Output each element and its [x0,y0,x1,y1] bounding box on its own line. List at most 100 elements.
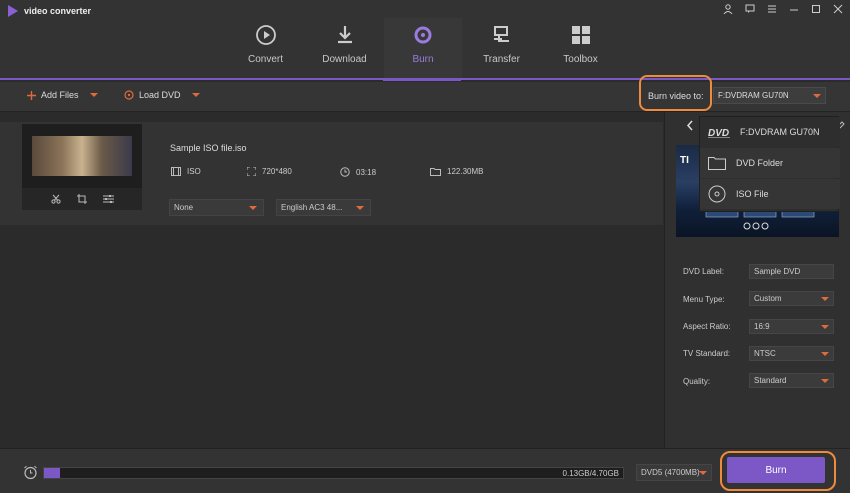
add-files-button[interactable]: Add Files [27,90,98,100]
chevron-down-icon [821,325,829,329]
disc-capacity-text: 0.13GB/4.70GB [562,469,619,478]
chevron-left-icon[interactable] [686,120,694,131]
close-icon[interactable] [832,3,844,15]
burn-icon [410,22,436,48]
trim-icon[interactable] [50,194,61,204]
svg-text:DVD: DVD [708,128,729,138]
tab-toolbox[interactable]: Toolbox [541,18,620,78]
file-resolution: 720*480 [247,167,292,176]
audio-track-value: English AC3 48... [281,203,343,212]
disc-icon [124,90,134,100]
chevron-down-icon [249,206,257,210]
resolution-icon [247,167,256,176]
disc-type-select[interactable]: DVD5 (4700MB) [636,464,712,481]
burn-target-menu: DVD F:DVDRAM GU70N DVD Folder ISO File [699,116,840,212]
file-name: Sample ISO file.iso [170,143,247,153]
file-duration: 03:18 [340,167,376,177]
tv-standard-label: TV Standard: [683,349,731,358]
dvd-icon: DVD [708,128,730,138]
aspect-ratio-label: Aspect Ratio: [683,322,731,331]
load-dvd-dropdown-icon[interactable] [191,93,200,97]
app-title-text: video converter [24,6,92,16]
burn-target-value: F:DVDRAM GU70N [718,91,789,100]
menu-item-iso-file[interactable]: ISO File [700,179,840,209]
message-icon[interactable] [744,3,756,15]
maximize-icon[interactable] [810,3,822,15]
active-tab-indicator [383,78,461,81]
add-files-label: Add Files [41,90,79,100]
quality-label: Quality: [683,377,711,386]
svg-text:TI: TI [680,155,689,166]
crop-icon[interactable] [76,194,87,204]
convert-icon [253,22,279,48]
list-item[interactable]: Sample ISO file.iso ISO 720*480 03:18 12… [0,122,663,225]
subtitle-value: None [174,203,194,212]
clock-icon [340,167,350,177]
download-icon [332,22,358,48]
file-size: 122.30MB [430,167,483,176]
add-files-dropdown-icon[interactable] [89,93,98,97]
tab-download[interactable]: Download [305,18,384,78]
folder-icon [708,157,726,170]
dvd-label-value: Sample DVD [754,267,801,276]
chevron-down-icon [356,206,364,210]
toolbox-icon [568,22,594,48]
video-thumbnail[interactable] [32,136,132,176]
file-format-value: ISO [187,167,201,176]
file-duration-value: 03:18 [356,167,377,177]
film-icon [171,167,181,176]
tab-transfer[interactable]: Transfer [462,18,541,78]
file-size-value: 122.30MB [447,167,484,176]
quality-value: Standard [754,376,787,385]
load-dvd-label: Load DVD [139,90,181,100]
chevron-down-icon [821,297,829,301]
user-icon[interactable] [722,3,734,15]
tab-burn[interactable]: Burn [384,18,462,78]
disc-icon [708,185,726,203]
tab-convert[interactable]: Convert [226,18,305,78]
burn-to-label: Burn video to: [648,91,704,101]
thumbnail-controls [22,188,142,210]
menu-item-iso-file-label: ISO File [736,189,769,199]
menu-item-dvd-folder[interactable]: DVD Folder [700,148,840,178]
plus-icon [27,90,36,100]
alarm-clock-icon[interactable] [23,465,38,480]
tv-standard-select[interactable]: NTSC [749,346,834,361]
window-controls [722,3,844,15]
chevron-down-icon [821,379,829,383]
aspect-ratio-select[interactable]: 16:9 [749,319,834,334]
chevron-down-icon [699,471,707,475]
disc-capacity-fill [44,468,61,478]
minimize-icon[interactable] [788,3,800,15]
file-list: Sample ISO file.iso ISO 720*480 03:18 12… [0,112,663,448]
top-bar: video converter Convert Download Burn Tr… [0,0,850,81]
menu-type-select[interactable]: Custom [749,291,834,306]
app-logo-icon [8,5,18,17]
chevron-down-icon [813,94,821,98]
tab-toolbox-label: Toolbox [563,54,598,65]
menu-icon[interactable] [766,3,778,15]
load-dvd-button[interactable]: Load DVD [124,90,200,100]
file-resolution-value: 720*480 [262,167,292,176]
burn-button[interactable]: Burn [727,457,825,483]
file-format: ISO [171,167,201,176]
video-thumbnail-panel [22,124,142,210]
subtitle-select[interactable]: None [169,199,264,216]
menu-item-dvd-drive[interactable]: DVD F:DVDRAM GU70N [700,117,840,147]
quality-select[interactable]: Standard [749,373,834,388]
transfer-icon [489,22,515,48]
tab-burn-label: Burn [412,54,434,65]
disc-capacity-bar: 0.13GB/4.70GB [43,467,624,479]
tab-download-label: Download [322,54,367,65]
chevron-down-icon [821,352,829,356]
effects-icon[interactable] [102,194,114,204]
audio-track-select[interactable]: English AC3 48... [276,199,371,216]
menu-type-value: Custom [754,294,782,303]
dvd-label-field[interactable]: Sample DVD [749,264,834,279]
tab-convert-label: Convert [247,54,283,65]
app-title: video converter [8,5,91,17]
disc-type-value: DVD5 (4700MB) [641,468,700,477]
menu-type-label: Menu Type: [683,295,725,304]
burn-target-select[interactable]: F:DVDRAM GU70N [713,87,826,104]
menu-item-dvd-drive-label: F:DVDRAM GU70N [740,127,820,137]
